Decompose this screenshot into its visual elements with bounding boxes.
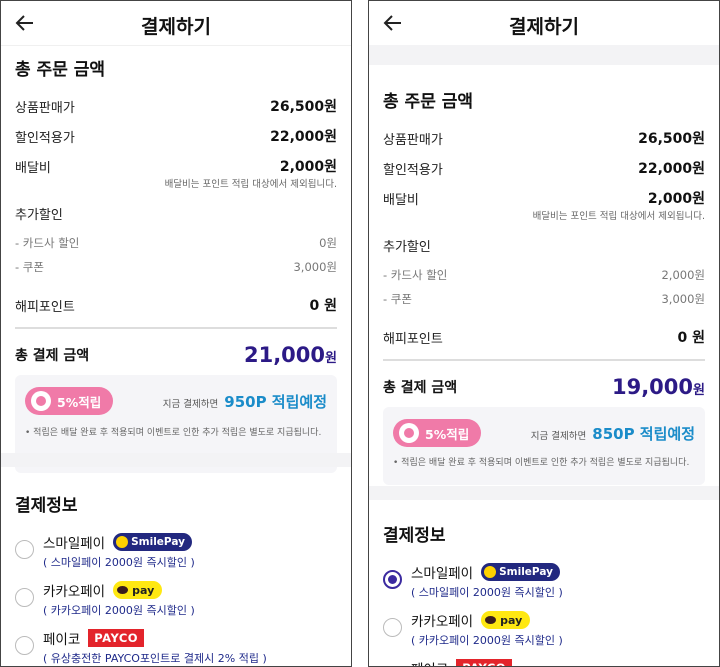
payco-badge: PAYCO [88, 629, 145, 647]
section-gap [369, 45, 719, 65]
delivery-note: 배달비는 포인트 적립 대상에서 제외됩니다. [532, 211, 705, 222]
reward-box: 5%적립 지금 결제하면 850P 적립예정 • 적립은 배달 완료 후 적용되며… [383, 407, 705, 485]
reward-earn-text: 850P 적립예정 [592, 424, 695, 443]
payco-badge: PAYCO [456, 659, 513, 666]
radio-kakaopay[interactable] [383, 618, 402, 637]
kakaopay-desc: ( 카카오페이 2000원 즉시할인 ) [411, 634, 563, 647]
smile-logo-icon [484, 566, 497, 578]
card-discount-value: 2,000원 [661, 268, 705, 282]
kakaopay-desc: ( 카카오페이 2000원 즉시할인 ) [43, 604, 195, 617]
total-label: 총 결제 금액 [15, 348, 90, 364]
smilepay-badge: SmilePay [481, 563, 560, 581]
divider [15, 327, 337, 329]
kakao-bubble-icon [117, 586, 129, 594]
order-title: 총 주문 금액 [15, 60, 106, 80]
payment-section: 결제정보 스마일페이 SmilePay ( 스마일페이 2000원 즉시할인 ) … [369, 521, 719, 666]
reward-pill: 5%적립 [393, 419, 482, 447]
happy-point-value: 0 원 [309, 298, 338, 314]
radio-kakaopay[interactable] [15, 588, 34, 607]
total-label: 총 결제 금액 [383, 380, 458, 396]
coupon-label: - 쿠폰 [15, 260, 44, 274]
kakaopay-badge: pay [113, 581, 163, 599]
delivery-fee-label: 배달비 [15, 160, 51, 176]
product-price-label: 상품판매가 [15, 100, 75, 116]
reward-note: • 적립은 배달 완료 후 적용되며 이벤트로 인한 추가 적립은 별도로 지급… [25, 428, 322, 438]
discount-price-value: 22,000원 [270, 129, 337, 145]
payco-name: 페이코 [411, 658, 448, 666]
smilepay-desc: ( 스마일페이 2000원 즉시할인 ) [411, 586, 563, 599]
payment-title: 결제정보 [15, 496, 78, 516]
payment-option-kakaopay[interactable]: 카카오페이 pay ( 카카오페이 2000원 즉시할인 ) [383, 610, 705, 648]
header: 결제하기 [1, 1, 351, 46]
happy-point-label: 해피포인트 [383, 331, 443, 347]
flower-icon [399, 423, 419, 443]
right-screen: 결제하기 총 주문 금액 상품판매가 26,500원 할인적용가 22,000원… [368, 0, 720, 667]
product-price-value: 26,500원 [270, 99, 337, 115]
coupon-label: - 쿠폰 [383, 292, 412, 306]
payment-title: 결제정보 [383, 526, 446, 546]
extra-discount-label: 추가할인 [383, 240, 431, 255]
page-title: 결제하기 [141, 16, 211, 38]
product-price-label: 상품판매가 [383, 132, 443, 148]
smilepay-name: 스마일페이 [43, 536, 106, 552]
card-discount-label: - 카드사 할인 [15, 236, 80, 250]
smilepay-name: 스마일페이 [411, 566, 474, 582]
order-summary: 총 주문 금액 상품판매가 26,500원 할인적용가 22,000원 배달비 … [369, 87, 719, 485]
delivery-fee-value: 2,000원 [279, 159, 337, 175]
delivery-fee-value: 2,000원 [647, 191, 705, 207]
product-price-value: 26,500원 [638, 131, 705, 147]
card-discount-value: 0원 [319, 236, 337, 250]
smile-logo-icon [116, 536, 129, 548]
header: 결제하기 [369, 1, 719, 46]
happy-point-value: 0 원 [677, 330, 706, 346]
payco-name: 페이코 [43, 632, 81, 648]
kakaopay-name: 카카오페이 [411, 614, 474, 630]
kakao-bubble-icon [485, 616, 497, 624]
smilepay-badge: SmilePay [113, 533, 192, 551]
reward-note: • 적립은 배달 완료 후 적용되며 이벤트로 인한 추가 적립은 별도로 지급… [393, 458, 690, 468]
total-value: 21,000원 [243, 343, 337, 367]
radio-smilepay[interactable] [383, 570, 402, 589]
discount-price-label: 할인적용가 [15, 130, 75, 146]
order-summary: 총 주문 금액 상품판매가 26,500원 할인적용가 22,000원 배달비 … [1, 55, 351, 473]
extra-discount-label: 추가할인 [15, 208, 63, 223]
order-title: 총 주문 금액 [383, 92, 474, 112]
reward-pill: 5%적립 [25, 387, 114, 415]
discount-price-value: 22,000원 [638, 161, 705, 177]
payment-option-smilepay[interactable]: 스마일페이 SmilePay ( 스마일페이 2000원 즉시할인 ) [15, 532, 337, 570]
payment-option-payco[interactable]: 페이코 PAYCO ( 유상충전한 PAYCO포인트로 결제시 2% 적립 ) [15, 628, 337, 666]
happy-point-label: 해피포인트 [15, 299, 75, 315]
radio-smilepay[interactable] [15, 540, 34, 559]
discount-price-label: 할인적용가 [383, 162, 443, 178]
payment-option-kakaopay[interactable]: 카카오페이 pay ( 카카오페이 2000원 즉시할인 ) [15, 580, 337, 618]
card-discount-label: - 카드사 할인 [383, 268, 448, 282]
kakaopay-name: 카카오페이 [43, 584, 106, 600]
coupon-value: 3,000원 [661, 292, 705, 306]
section-gap [1, 453, 351, 467]
flower-icon [31, 391, 51, 411]
total-value: 19,000원 [611, 375, 705, 399]
radio-payco[interactable] [15, 636, 34, 655]
reward-pre-text: 지금 결제하면 [162, 398, 219, 410]
page-title: 결제하기 [509, 16, 579, 38]
section-gap [369, 486, 719, 500]
left-screen: 결제하기 총 주문 금액 상품판매가 26,500원 할인적용가 22,000원… [0, 0, 352, 667]
delivery-note: 배달비는 포인트 적립 대상에서 제외됩니다. [164, 179, 337, 190]
divider [383, 359, 705, 361]
reward-earn-text: 950P 적립예정 [224, 392, 327, 411]
smilepay-desc: ( 스마일페이 2000원 즉시할인 ) [43, 556, 195, 569]
delivery-fee-label: 배달비 [383, 192, 419, 208]
payment-section: 결제정보 스마일페이 SmilePay ( 스마일페이 2000원 즉시할인 ) … [1, 491, 351, 666]
reward-pre-text: 지금 결제하면 [530, 430, 587, 442]
coupon-value: 3,000원 [293, 260, 337, 274]
payco-desc: ( 유상충전한 PAYCO포인트로 결제시 2% 적립 ) [43, 652, 267, 665]
payment-option-smilepay[interactable]: 스마일페이 SmilePay ( 스마일페이 2000원 즉시할인 ) [383, 562, 705, 600]
payment-option-payco[interactable]: 페이코 PAYCO [383, 658, 705, 666]
kakaopay-badge: pay [481, 611, 531, 629]
